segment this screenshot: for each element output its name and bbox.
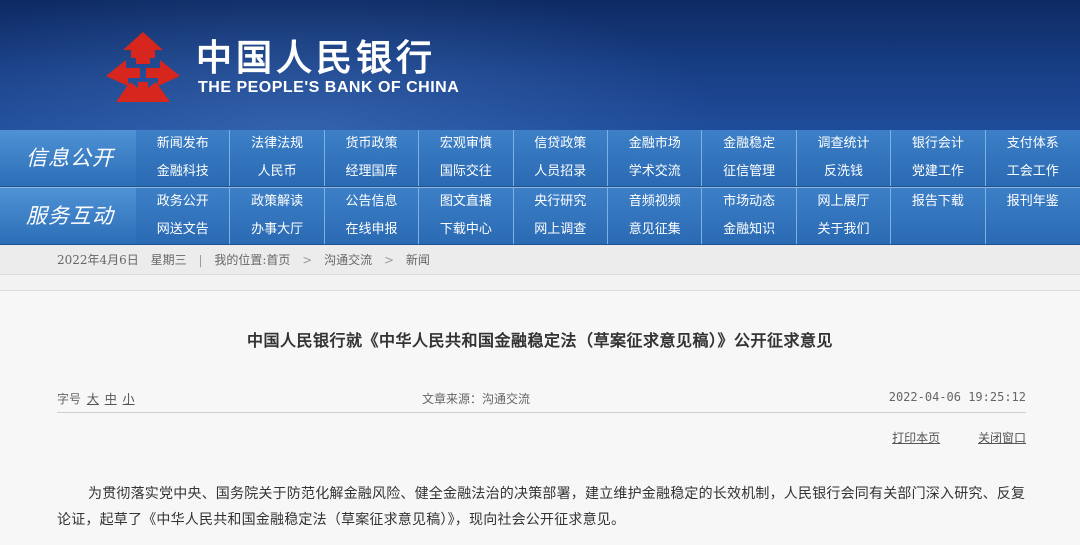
nav-item[interactable]: 办事大厅 <box>230 216 325 244</box>
nav-item[interactable]: 网送文告 <box>136 216 231 244</box>
nav-item[interactable]: 人员招录 <box>514 158 608 186</box>
nav-item[interactable]: 人民币 <box>230 158 325 186</box>
nav-item[interactable]: 图文直播 <box>419 188 514 216</box>
nav-item[interactable]: 信贷政策 <box>514 130 608 158</box>
breadcrumb-level1[interactable]: 沟通交流 <box>324 253 372 267</box>
nav-item[interactable]: 在线申报 <box>325 216 420 244</box>
nav-item[interactable]: 金融市场 <box>608 130 703 158</box>
nav-service-band: 服务互动 政务公开 政策解读 公告信息 图文直播 央行研究 音频视频 市场动态 … <box>0 187 1080 245</box>
nav-item[interactable]: 网上调查 <box>514 216 608 244</box>
nav-info-grid: 新闻发布 法律法规 货币政策 宏观审慎 信贷政策 金融市场 金融稳定 调查统计 … <box>136 130 1080 186</box>
nav-info-band: 信息公开 新闻发布 法律法规 货币政策 宏观审慎 信贷政策 金融市场 金融稳定 … <box>0 130 1080 187</box>
nav-item[interactable]: 央行研究 <box>514 188 608 216</box>
current-date: 2022年4月6日 <box>57 253 139 267</box>
article-datetime: 2022-04-06 19:25:12 <box>888 390 1026 404</box>
nav-item[interactable]: 音频视频 <box>608 188 703 216</box>
article-meta: 字号 大 中 小 文章来源：沟通交流 2022-04-06 19:25:12 <box>57 390 1026 413</box>
nav-item-empty <box>891 216 986 244</box>
current-weekday: 星期三 <box>150 253 187 267</box>
breadcrumb-arrow: > <box>302 253 313 267</box>
font-size-label: 字号 <box>57 392 82 406</box>
article-panel: 中国人民银行就《中华人民共和国金融稳定法（草案征求意见稿）》公开征求意见 字号 … <box>0 290 1080 545</box>
nav-item[interactable]: 银行会计 <box>891 130 986 158</box>
bank-name-en: THE PEOPLE'S BANK OF CHINA <box>198 79 460 96</box>
breadcrumb-home[interactable]: 我的位置:首页 <box>214 253 290 267</box>
article-source: 文章来源：沟通交流 <box>422 392 531 406</box>
nav-item[interactable]: 调查统计 <box>797 130 892 158</box>
nav-item[interactable]: 新闻发布 <box>136 130 231 158</box>
font-size-control: 字号 大 中 小 <box>57 390 135 407</box>
breadcrumb-level2[interactable]: 新闻 <box>406 253 430 267</box>
nav-item[interactable]: 法律法规 <box>230 130 325 158</box>
nav-item[interactable]: 报刊年鉴 <box>986 188 1080 216</box>
nav-item[interactable]: 政策解读 <box>230 188 325 216</box>
nav-item[interactable]: 下载中心 <box>419 216 514 244</box>
nav-item[interactable]: 政务公开 <box>136 188 231 216</box>
nav-item[interactable]: 货币政策 <box>325 130 420 158</box>
article-tools: 打印本页 关闭窗口 <box>858 429 1026 446</box>
nav-service-label: 服务互动 <box>0 188 136 244</box>
nav-item[interactable]: 经理国库 <box>325 158 420 186</box>
nav-item[interactable]: 国际交往 <box>419 158 514 186</box>
nav-item[interactable]: 反洗钱 <box>797 158 892 186</box>
font-small-link[interactable]: 小 <box>123 392 135 406</box>
close-window-link[interactable]: 关闭窗口 <box>978 431 1026 445</box>
font-large-link[interactable]: 大 <box>87 392 99 406</box>
pboc-emblem-icon[interactable] <box>100 30 186 106</box>
nav-item[interactable]: 市场动态 <box>702 188 797 216</box>
article-body: 为贯彻落实党中央、国务院关于防范化解金融风险、健全金融法治的决策部署，建立维护金… <box>57 486 1026 528</box>
nav-item[interactable]: 网上展厅 <box>797 188 892 216</box>
breadcrumb-separator: | <box>198 253 203 267</box>
nav-service-grid: 政务公开 政策解读 公告信息 图文直播 央行研究 音频视频 市场动态 网上展厅 … <box>136 188 1080 244</box>
breadcrumb-arrow: > <box>383 253 395 267</box>
print-page-link[interactable]: 打印本页 <box>892 431 940 445</box>
nav-item[interactable]: 支付体系 <box>986 130 1080 158</box>
nav-info-label: 信息公开 <box>0 130 136 186</box>
nav-item[interactable]: 征信管理 <box>702 158 797 186</box>
nav-item[interactable]: 学术交流 <box>608 158 703 186</box>
nav-item[interactable]: 金融稳定 <box>702 130 797 158</box>
site-header: 中国人民银行 THE PEOPLE'S BANK OF CHINA <box>0 0 1080 130</box>
nav-item[interactable]: 金融知识 <box>702 216 797 244</box>
bank-name-cn: 中国人民银行 <box>196 37 437 79</box>
nav-item[interactable]: 意见征集 <box>608 216 703 244</box>
nav-item[interactable]: 关于我们 <box>797 216 892 244</box>
nav-item[interactable]: 金融科技 <box>136 158 231 186</box>
nav-item[interactable]: 党建工作 <box>891 158 986 186</box>
nav-item[interactable]: 宏观审慎 <box>419 130 514 158</box>
font-medium-link[interactable]: 中 <box>105 392 117 406</box>
article-title: 中国人民银行就《中华人民共和国金融稳定法（草案征求意见稿）》公开征求意见 <box>246 331 833 350</box>
nav-item[interactable]: 报告下载 <box>891 188 986 216</box>
nav-item[interactable]: 工会工作 <box>986 158 1080 186</box>
breadcrumb: 2022年4月6日 星期三 | 我的位置:首页 > 沟通交流 > 新闻 <box>0 245 1080 275</box>
nav-item[interactable]: 公告信息 <box>325 188 420 216</box>
nav-item-empty <box>986 216 1080 244</box>
